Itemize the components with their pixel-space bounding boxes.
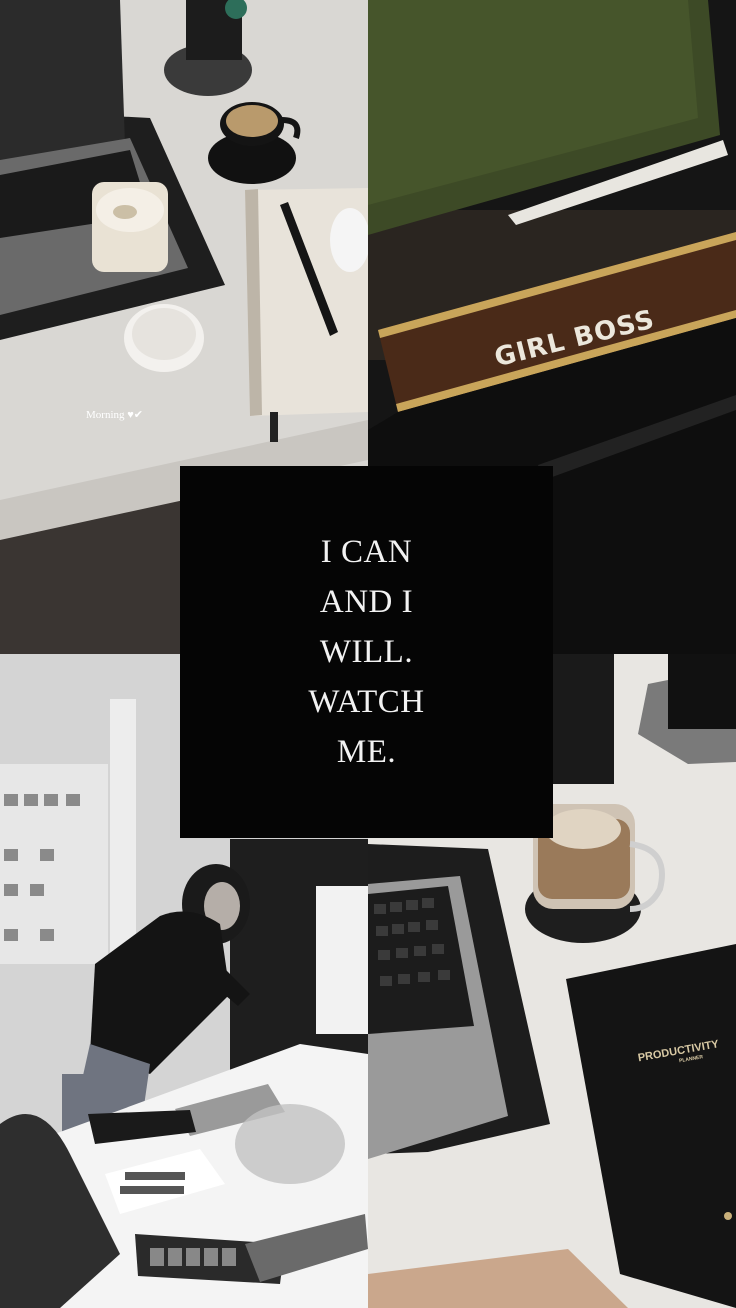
quote-line-5: ME. — [336, 734, 397, 770]
monitor — [316, 886, 368, 1034]
quote-line-2: AND I — [319, 584, 414, 620]
story-caption: Morning ♥✔ — [86, 409, 143, 421]
quote-line-3: WILL. — [319, 634, 414, 670]
laptop-screen — [0, 0, 125, 160]
quote-line-1: I CAN — [320, 534, 413, 570]
quote-line-4: WATCH — [308, 684, 425, 720]
quote-card: I CAN AND I WILL. WATCH ME. — [180, 466, 553, 838]
black-jar — [548, 654, 614, 784]
